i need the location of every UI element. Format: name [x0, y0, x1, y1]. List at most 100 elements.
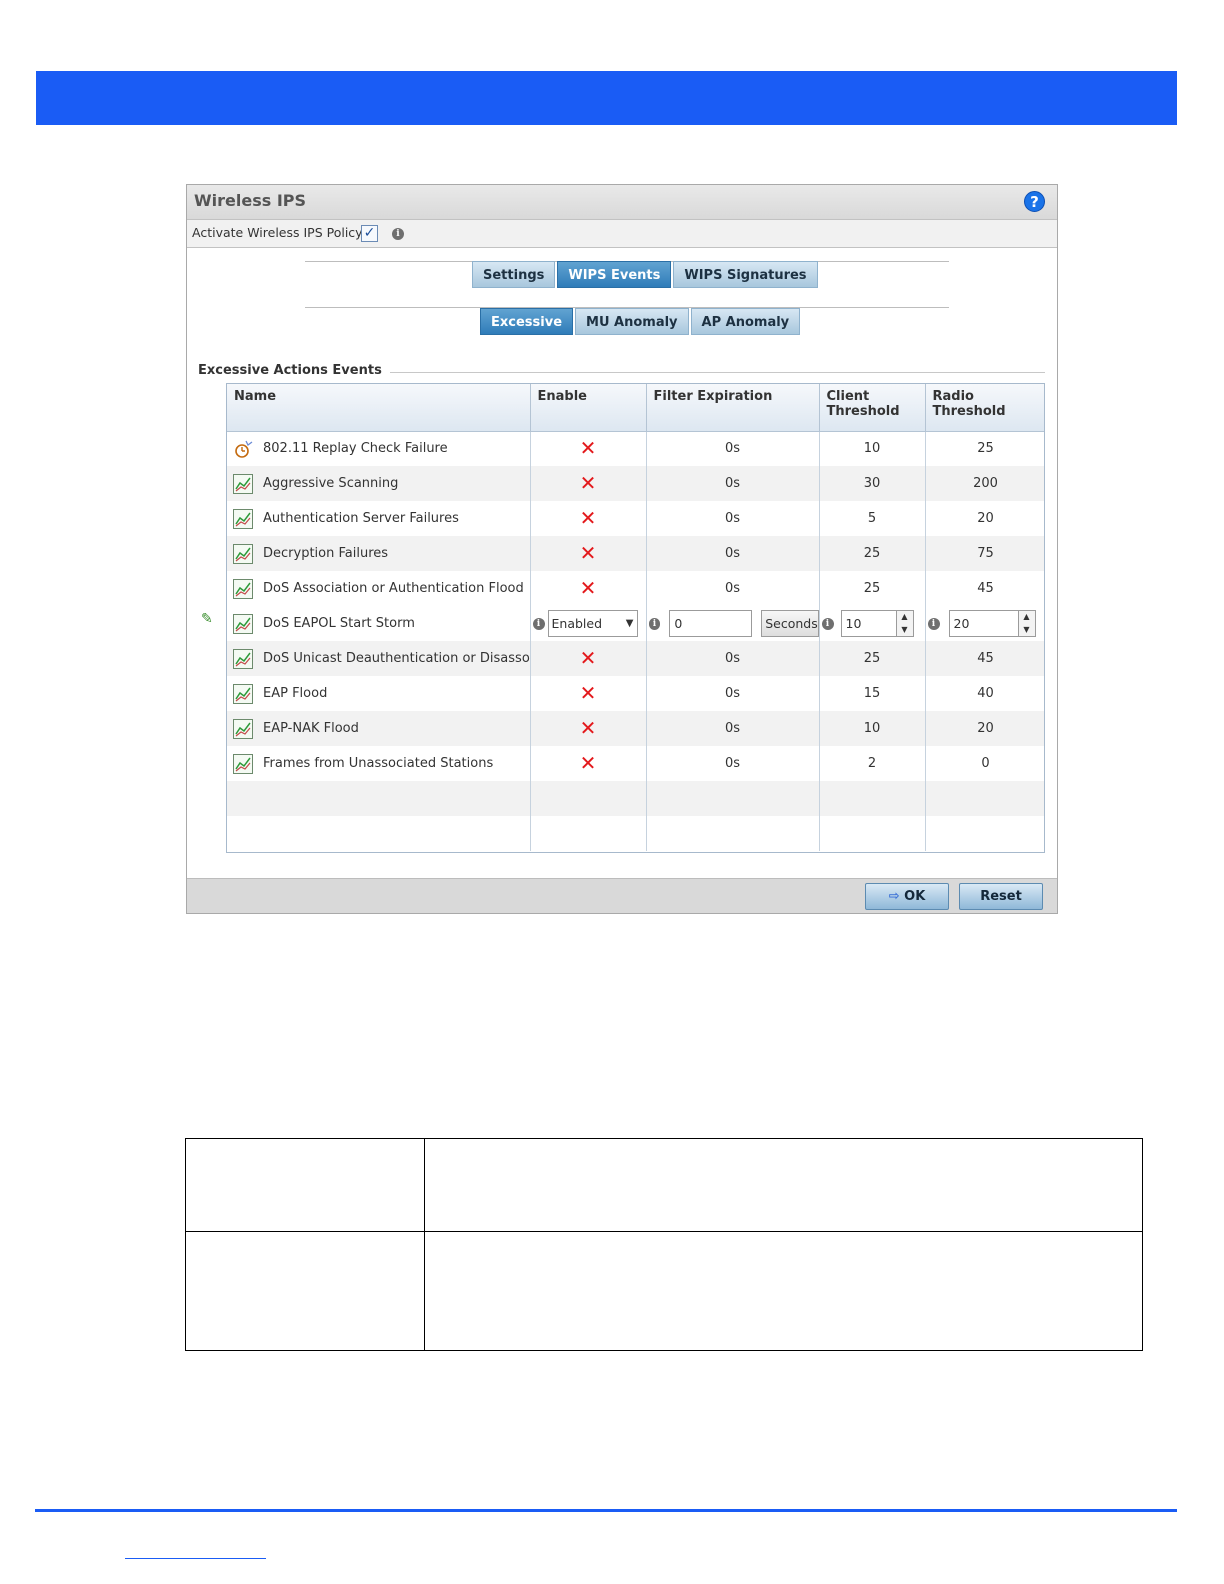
chart-icon [233, 753, 253, 774]
column-header-filter-expiration[interactable]: Filter Expiration [646, 384, 820, 432]
spin-up-icon[interactable]: ▲ [1019, 611, 1035, 624]
radio-threshold: 200 [925, 466, 1044, 501]
column-header-name[interactable]: Name [227, 384, 531, 432]
info-icon[interactable]: i [648, 617, 661, 630]
activate-policy-checkbox[interactable]: ✓ [361, 225, 378, 242]
reset-button[interactable]: Reset [959, 883, 1043, 910]
footer-link-underline [125, 1558, 266, 1559]
table-row[interactable]: 802.11 Replay Check Failure ✕ 0s 10 25 [227, 431, 1044, 466]
info-icon[interactable]: i [927, 617, 940, 630]
column-header-client-threshold[interactable]: Client Threshold [819, 384, 926, 432]
document-table-row [185, 1138, 1143, 1232]
chart-icon [233, 683, 253, 704]
client-threshold: 10 [819, 431, 926, 466]
column-header-radio-threshold[interactable]: Radio Threshold [925, 384, 1044, 432]
enable-select[interactable]: Enabled ▼ [547, 610, 638, 637]
row-name: DoS Association or Authentication Flood [263, 581, 524, 596]
radio-threshold-input[interactable]: 20 [948, 610, 1019, 637]
radio-threshold: 25 [925, 431, 1044, 466]
client-threshold: 10 [819, 711, 926, 746]
disabled-x-icon: ✕ [579, 576, 597, 600]
section-title: Excessive Actions Events [198, 363, 390, 378]
tab-settings[interactable]: Settings [472, 261, 556, 288]
wireless-ips-dialog: Wireless IPS ? Activate Wireless IPS Pol… [186, 184, 1058, 914]
client-threshold-input[interactable]: 10 [840, 610, 897, 637]
tab-mu-anomaly[interactable]: MU Anomaly [575, 308, 689, 335]
radio-threshold-spinner[interactable]: ▲ ▼ [1017, 610, 1036, 637]
info-icon[interactable]: i [821, 617, 834, 630]
row-name: Aggressive Scanning [263, 476, 399, 491]
filter-unit-select[interactable]: Seconds [761, 610, 818, 637]
chart-icon [233, 718, 253, 739]
table-row[interactable]: Decryption Failures ✕ 0s 25 75 [227, 536, 1044, 571]
table-row[interactable]: DoS Unicast Deauthentication or Disassoc… [227, 641, 1044, 676]
activate-policy-label: Activate Wireless IPS Policy [192, 225, 363, 240]
spin-down-icon[interactable]: ▼ [897, 624, 913, 637]
dialog-title-bar: Wireless IPS ? [187, 185, 1057, 220]
disabled-x-icon: ✕ [579, 541, 597, 565]
events-grid: Name Enable Filter Expiration Client Thr… [226, 383, 1045, 853]
client-threshold: 30 [819, 466, 926, 501]
section-divider [373, 372, 1045, 373]
activate-row: Activate Wireless IPS Policy ✓ i [187, 220, 1057, 248]
radio-threshold: 20 [925, 711, 1044, 746]
radio-threshold: 75 [925, 536, 1044, 571]
disabled-x-icon: ✕ [579, 646, 597, 670]
radio-threshold: 40 [925, 676, 1044, 711]
dialog-title: Wireless IPS [194, 191, 307, 210]
dialog-footer: ⇨ OK Reset [187, 878, 1057, 913]
document-table [185, 1138, 1143, 1351]
main-tabs: Settings WIPS Events WIPS Signatures [472, 261, 818, 288]
radio-threshold: 45 [925, 641, 1044, 676]
filter-expiration: 0s [646, 571, 820, 606]
ok-button[interactable]: ⇨ OK [865, 883, 949, 910]
filter-expiration-input[interactable]: 0 [669, 610, 753, 637]
filter-expiration: 0s [646, 711, 820, 746]
table-row[interactable]: DoS Association or Authentication Flood … [227, 571, 1044, 606]
info-icon[interactable]: i [392, 228, 404, 240]
footer-rule [35, 1509, 1177, 1512]
table-row-editing[interactable]: DoS EAPOL Start Storm i Enabled ▼ i 0 Second… [227, 606, 1044, 641]
table-row[interactable]: Authentication Server Failures ✕ 0s 5 20 [227, 501, 1044, 536]
row-name: 802.11 Replay Check Failure [263, 441, 448, 457]
client-threshold: 2 [819, 746, 926, 781]
edit-pencil-icon: ✎ [201, 611, 213, 627]
client-threshold-spinner[interactable]: ▲ ▼ [895, 610, 914, 637]
chart-icon [233, 508, 253, 529]
chart-icon [233, 578, 253, 599]
table-row[interactable]: EAP Flood ✕ 0s 15 40 [227, 676, 1044, 711]
table-row[interactable]: Aggressive Scanning ✕ 0s 30 200 [227, 466, 1044, 501]
tab-wips-events[interactable]: WIPS Events [557, 261, 672, 288]
row-name: DoS Unicast Deauthentication or Disassoc… [263, 651, 530, 666]
help-icon[interactable]: ? [1024, 191, 1045, 212]
info-icon[interactable]: i [532, 617, 545, 630]
chart-icon [233, 648, 253, 669]
radio-threshold: 45 [925, 571, 1044, 606]
tab-wips-signatures[interactable]: WIPS Signatures [673, 261, 818, 288]
ok-button-label: OK [904, 889, 926, 904]
ok-arrow-icon: ⇨ [888, 889, 905, 904]
filter-expiration: 0s [646, 746, 820, 781]
row-name: Decryption Failures [263, 546, 389, 561]
disabled-x-icon: ✕ [579, 471, 597, 495]
chevron-down-icon: ▼ [625, 618, 634, 629]
client-threshold: 15 [819, 676, 926, 711]
row-name: Authentication Server Failures [263, 511, 459, 526]
tab-excessive[interactable]: Excessive [480, 308, 574, 335]
row-name: EAP-NAK Flood [263, 721, 359, 736]
tab-ap-anomaly[interactable]: AP Anomaly [690, 308, 801, 335]
sub-tabs: Excessive MU Anomaly AP Anomaly [480, 308, 801, 335]
spin-up-icon[interactable]: ▲ [897, 611, 913, 624]
client-threshold: 25 [819, 536, 926, 571]
empty-row [227, 781, 1044, 816]
chart-icon [233, 473, 253, 494]
table-row[interactable]: EAP-NAK Flood ✕ 0s 10 20 [227, 711, 1044, 746]
page-header-banner [36, 71, 1177, 125]
column-header-enable[interactable]: Enable [530, 384, 647, 432]
table-row[interactable]: Frames from Unassociated Stations ✕ 0s 2… [227, 746, 1044, 781]
disabled-x-icon: ✕ [579, 506, 597, 530]
spin-down-icon[interactable]: ▼ [1019, 624, 1035, 637]
disabled-x-icon: ✕ [579, 681, 597, 705]
radio-threshold: 0 [925, 746, 1044, 781]
filter-expiration: 0s [646, 536, 820, 571]
